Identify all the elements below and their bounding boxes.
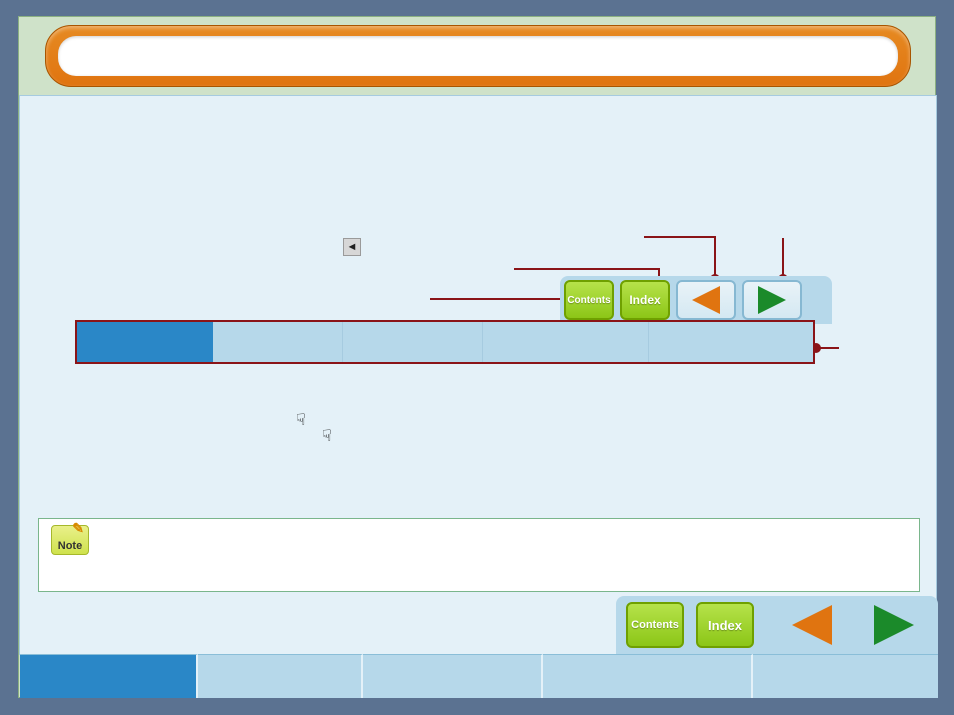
bottom-tab[interactable]	[198, 654, 363, 698]
bottom-nav: Contents Index	[616, 596, 938, 654]
callout-line	[819, 347, 839, 349]
bottom-tabbar	[20, 654, 938, 698]
arrow-right-icon	[758, 286, 786, 314]
note-badge: Note	[51, 525, 89, 555]
title-bar	[45, 25, 911, 87]
back-icon-button[interactable]: ◄	[343, 238, 361, 256]
hand-cursor-icon: ☟	[322, 426, 332, 446]
bottom-tab[interactable]	[753, 654, 938, 698]
contents-button[interactable]: Contents	[626, 602, 684, 648]
callout-line	[714, 236, 716, 278]
arrow-left-icon	[692, 286, 720, 314]
contents-button-small[interactable]: Contents	[564, 280, 614, 320]
note-panel: Note	[38, 518, 920, 592]
callout-line	[514, 268, 660, 270]
index-button[interactable]: Index	[696, 602, 754, 648]
diagram-tabbar-outline	[75, 320, 815, 364]
diagram-nav-group: Contents Index	[560, 276, 832, 324]
next-button-small[interactable]	[742, 280, 802, 320]
callout-line	[430, 298, 568, 300]
callout-line	[782, 238, 784, 278]
index-button-small[interactable]: Index	[620, 280, 670, 320]
content-area: ◄ Contents Index	[19, 95, 937, 655]
bottom-tab[interactable]	[363, 654, 543, 698]
prev-button-small[interactable]	[676, 280, 736, 320]
prev-button[interactable]	[792, 605, 832, 645]
callout-line	[644, 236, 716, 238]
title-field	[58, 36, 898, 76]
next-button[interactable]	[874, 605, 914, 645]
outer-frame: ◄ Contents Index	[18, 16, 936, 698]
bottom-tab[interactable]	[20, 654, 198, 698]
hand-cursor-icon: ☟	[296, 410, 306, 430]
bottom-tab[interactable]	[543, 654, 753, 698]
